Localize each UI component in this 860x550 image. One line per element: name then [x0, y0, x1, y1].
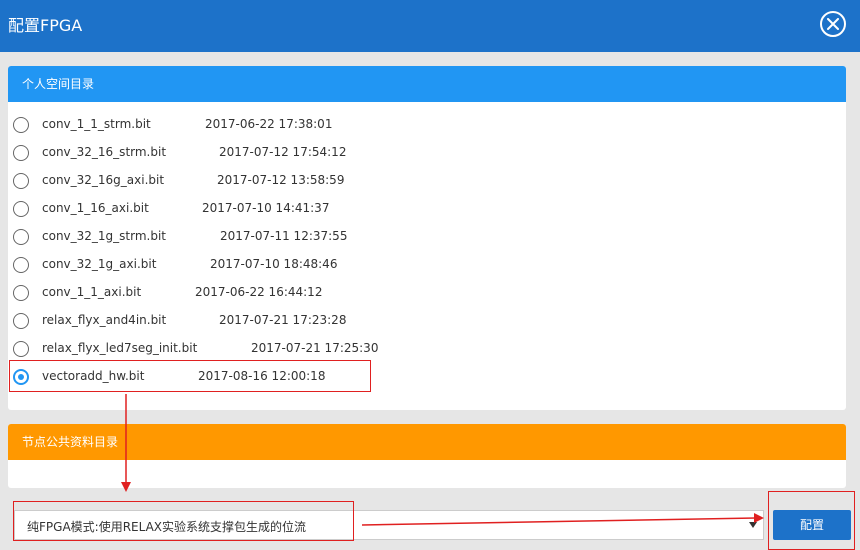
file-name: conv_32_1g_strm.bit	[42, 229, 167, 243]
file-date: 2017-07-21 17:25:30	[251, 341, 379, 355]
file-name: conv_32_16_strm.bit	[42, 145, 167, 159]
radio-button[interactable]	[13, 173, 29, 189]
dialog-title: 配置FPGA	[8, 16, 83, 35]
radio-button[interactable]	[13, 201, 29, 217]
file-name: conv_32_16g_axi.bit	[42, 173, 165, 187]
file-date: 2017-07-21 17:23:28	[219, 313, 347, 327]
file-name: conv_1_16_axi.bit	[42, 201, 149, 215]
file-row[interactable]: conv_1_1_strm.bit 2017-06-22 17:38:01	[0, 114, 600, 136]
file-date: 2017-07-12 17:54:12	[219, 145, 347, 159]
chevron-down-icon[interactable]	[749, 522, 757, 528]
file-row[interactable]: conv_32_16g_axi.bit 2017-07-12 13:58:59	[0, 170, 600, 192]
file-row[interactable]: conv_32_1g_strm.bit 2017-07-11 12:37:55	[0, 226, 600, 248]
file-date: 2017-07-10 14:41:37	[202, 201, 330, 215]
radio-button[interactable]	[13, 257, 29, 273]
file-row[interactable]: conv_1_1_axi.bit 2017-06-22 16:44:12	[0, 282, 600, 304]
file-row[interactable]: relax_flyx_and4in.bit 2017-07-21 17:23:28	[0, 310, 600, 332]
selected-file-highlight	[9, 360, 371, 392]
file-date: 2017-07-10 18:48:46	[210, 257, 338, 271]
personal-directory-header: 个人空间目录	[8, 66, 846, 102]
radio-button[interactable]	[13, 229, 29, 245]
file-name: conv_1_1_strm.bit	[42, 117, 151, 131]
file-name: relax_flyx_and4in.bit	[42, 313, 167, 327]
file-row[interactable]: conv_1_16_axi.bit 2017-07-10 14:41:37	[0, 198, 600, 220]
radio-button[interactable]	[13, 341, 29, 357]
public-directory-header: 节点公共资料目录	[8, 424, 846, 460]
public-directory-panel: 节点公共资料目录	[8, 424, 846, 488]
radio-button[interactable]	[13, 145, 29, 161]
file-row[interactable]: conv_32_16_strm.bit 2017-07-12 17:54:12	[0, 142, 600, 164]
file-name: relax_flyx_led7seg_init.bit	[42, 341, 198, 355]
file-date: 2017-06-22 16:44:12	[195, 285, 323, 299]
radio-button[interactable]	[13, 117, 29, 133]
mode-select-highlight	[13, 501, 354, 541]
config-button-highlight	[768, 491, 855, 550]
file-row[interactable]: relax_flyx_led7seg_init.bit 2017-07-21 17…	[0, 338, 600, 360]
file-name: conv_1_1_axi.bit	[42, 285, 142, 299]
close-icon[interactable]	[820, 11, 846, 37]
file-date: 2017-07-12 13:58:59	[217, 173, 345, 187]
file-name: conv_32_1g_axi.bit	[42, 257, 157, 271]
file-date: 2017-06-22 17:38:01	[205, 117, 333, 131]
radio-button[interactable]	[13, 285, 29, 301]
radio-button[interactable]	[13, 313, 29, 329]
file-date: 2017-07-11 12:37:55	[220, 229, 348, 243]
dialog-titlebar: 配置FPGA	[0, 0, 860, 52]
file-row[interactable]: conv_32_1g_axi.bit 2017-07-10 18:48:46	[0, 254, 600, 276]
